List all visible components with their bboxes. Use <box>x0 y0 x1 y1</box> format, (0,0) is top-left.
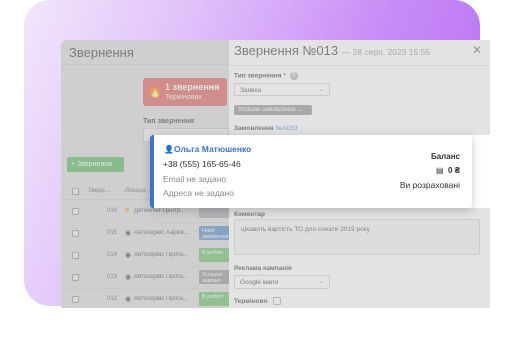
balance-status: Ви розраховані <box>399 180 460 190</box>
customer-name[interactable]: Ольга Матюшенко <box>174 144 251 154</box>
user-icon: 👤 <box>164 145 174 154</box>
balance-value: 0 ₴ <box>447 166 460 175</box>
customer-phone: +38 (555) 165-65-46 <box>163 159 241 169</box>
customer-card[interactable]: 👤 Ольга Матюшенко +38 (555) 165-65-46 Em… <box>150 135 472 208</box>
screenshot-stage: Звернення 🔥 1 звернення Термінових Тип з… <box>0 0 510 344</box>
card-accent-bar <box>150 135 154 208</box>
dim-overlay <box>61 40 490 135</box>
balance-label: Баланс <box>430 152 460 161</box>
customer-email: Email не задано <box>163 174 227 184</box>
dim-overlay <box>61 208 490 308</box>
dim-overlay <box>61 135 150 208</box>
customer-address: Адреса не задано <box>163 188 234 198</box>
wallet-icon: ▤ <box>436 166 444 175</box>
